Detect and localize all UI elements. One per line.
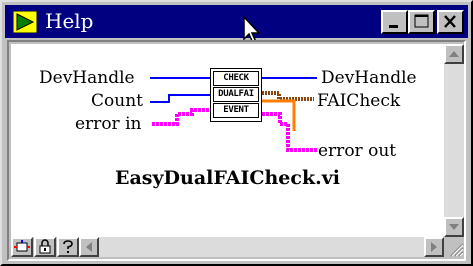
scroll-down-button[interactable]	[444, 217, 464, 237]
error-out-label: error out	[318, 141, 397, 161]
labview-app-icon	[13, 11, 37, 33]
close-icon	[444, 15, 456, 28]
count-wire	[150, 94, 210, 103]
help-content-area: DevHandle Count error in DevHandle FAICh…	[11, 44, 444, 237]
help-window: Help DevHandle Count error in DevHandle …	[0, 0, 473, 266]
vi-name-title: EasyDualFAICheck.vi	[115, 167, 340, 189]
error-out-wire	[262, 112, 317, 152]
scroll-up-button[interactable]	[444, 44, 464, 64]
arrow-right-icon	[431, 242, 437, 252]
arrow-left-icon	[86, 242, 92, 252]
horizontal-scrollbar[interactable]	[79, 237, 444, 257]
arrow-up-icon	[449, 51, 459, 57]
help-question-icon	[63, 240, 73, 253]
error-in-wire	[152, 108, 210, 126]
show-block-diagram-icon	[14, 240, 30, 252]
vi-icon-line-2: DUALFAI	[213, 87, 259, 102]
window-title: Help	[45, 9, 94, 33]
lock-button[interactable]	[34, 237, 56, 257]
devhandle-out-label: DevHandle	[321, 68, 417, 88]
vi-icon: CHECK DUALFAI EVENT	[210, 68, 262, 122]
show-block-diagram-button[interactable]	[11, 237, 33, 257]
lock-icon	[39, 239, 51, 254]
devhandle-in-label: DevHandle	[39, 68, 135, 88]
minimize-icon	[389, 25, 398, 28]
size-grip[interactable]	[444, 237, 464, 257]
resize-grip-icon	[450, 243, 464, 257]
fai-check-wire	[262, 91, 314, 101]
arrow-down-icon	[449, 224, 459, 230]
close-button[interactable]	[437, 10, 464, 34]
help-button[interactable]	[57, 237, 79, 257]
vertical-scrollbar[interactable]	[444, 44, 464, 237]
minimize-button[interactable]	[381, 10, 408, 34]
title-bar[interactable]: Help	[5, 5, 468, 38]
help-content-frame: DevHandle Count error in DevHandle FAICh…	[7, 40, 466, 261]
count-label: Count	[91, 91, 143, 111]
fai-check-label: FAICheck	[317, 91, 401, 111]
vi-icon-line-1: CHECK	[213, 71, 259, 86]
help-toolbar	[11, 237, 79, 257]
error-in-label: error in	[75, 114, 142, 134]
maximize-button[interactable]	[408, 10, 435, 34]
vi-icon-line-3: EVENT	[213, 103, 259, 118]
scroll-left-button[interactable]	[79, 237, 99, 257]
scroll-right-button[interactable]	[424, 237, 444, 257]
maximize-icon	[414, 14, 429, 28]
